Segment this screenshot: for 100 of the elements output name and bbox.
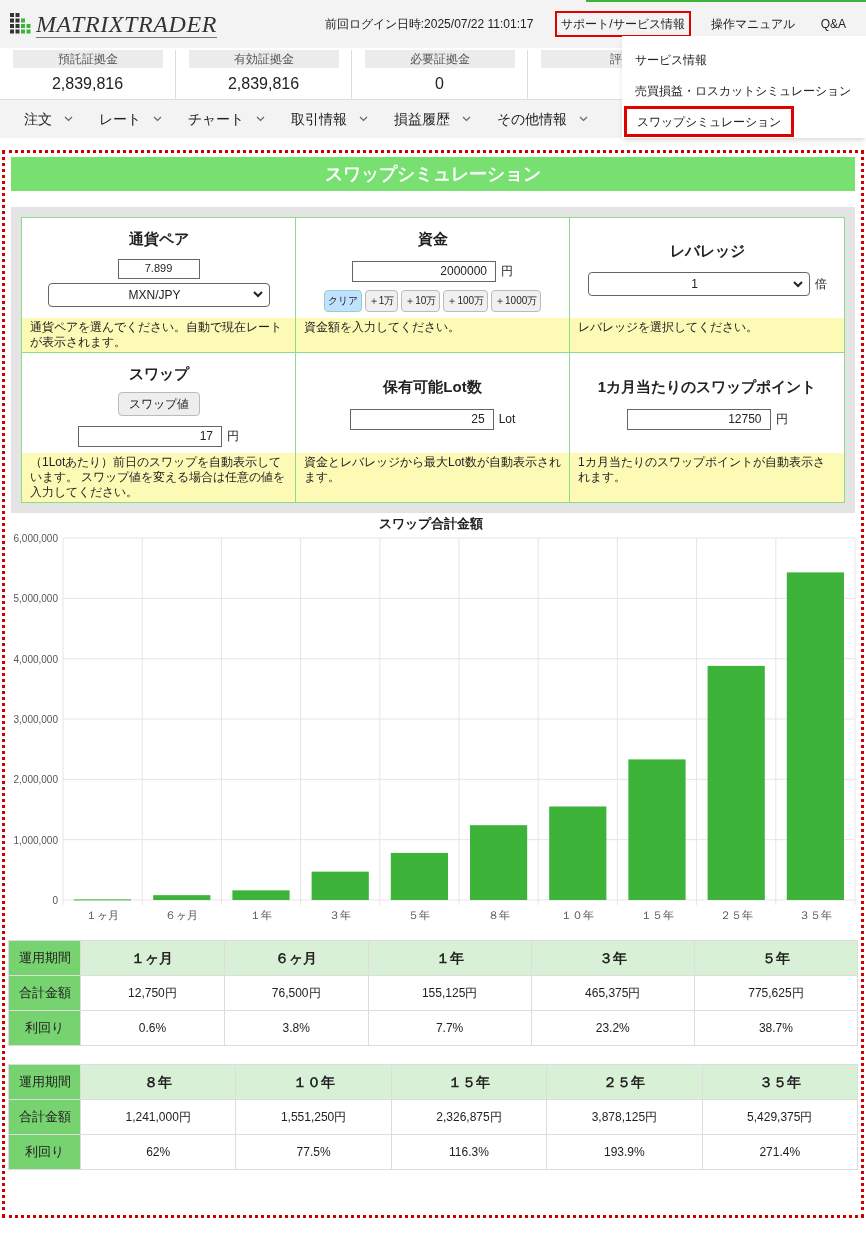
chart-bar — [390, 852, 448, 900]
chart-bar — [311, 871, 369, 900]
row-label: 利回り — [8, 1010, 81, 1046]
nav-menu-item[interactable]: 注文 — [24, 108, 73, 130]
chevron-down-icon — [153, 116, 162, 122]
last-login: 前回ログイン日時:2025/07/22 11:01:17 — [324, 16, 534, 33]
logo: MATRIXTRADER — [36, 10, 217, 38]
chevron-down-icon — [359, 116, 368, 122]
dot-grid-icon — [10, 13, 32, 35]
chevron-down-icon — [792, 280, 803, 288]
table-cell: 38.7% — [694, 1010, 858, 1046]
x-tick-label: ８年 — [487, 909, 510, 921]
y-tick-label: 6,000,000 — [13, 533, 58, 544]
input-field[interactable]: 12750 — [626, 408, 771, 430]
unit-label: 倍 — [814, 276, 827, 294]
table-cell: 12,750円 — [80, 975, 225, 1011]
hint-text: 1カ月当たりのスワップポイントが自動表示されます。 — [570, 453, 844, 502]
y-tick-label: 1,000,000 — [13, 834, 58, 846]
table-cell: 116.3% — [391, 1134, 547, 1170]
y-tick-label: 4,000,000 — [13, 653, 58, 665]
table-cell: １ヶ月 — [80, 940, 225, 976]
amount-button[interactable]: クリア — [323, 289, 362, 312]
unit-label: 円 — [501, 263, 513, 280]
chevron-down-icon — [256, 116, 265, 122]
table-cell: 23.2% — [531, 1010, 695, 1046]
y-tick-label: 0 — [52, 895, 58, 906]
table-cell: ５年 — [694, 940, 858, 976]
nav-menu-item[interactable]: 損益履歴 — [394, 108, 471, 130]
amount-button[interactable]: ＋1000万 — [491, 289, 542, 312]
chart-bar — [153, 895, 211, 900]
amount-button[interactable]: ＋100万 — [443, 289, 489, 312]
table-cell: １５年 — [391, 1064, 547, 1100]
amount-button[interactable]: ＋1万 — [364, 289, 399, 312]
table-cell: 0.6% — [80, 1010, 225, 1046]
hint-text: レバレッジを選択してください。 — [570, 318, 844, 352]
cell-title: スワップ — [128, 364, 189, 384]
x-tick-label: ６ヶ月 — [165, 909, 199, 921]
table-cell: 7.7% — [368, 1010, 532, 1046]
summary-label: 有効証拠金 — [188, 50, 339, 68]
row-label: 合計金額 — [8, 975, 81, 1011]
dropdown-item[interactable]: 売買損益・ロスカットシミュレーション — [622, 75, 864, 106]
x-tick-label: １ヶ月 — [86, 909, 120, 921]
row-label: 合計金額 — [8, 1099, 81, 1135]
header-link[interactable]: Q&A — [814, 11, 852, 37]
x-tick-label: ３年 — [329, 909, 352, 921]
page-title: スワップシミュレーション — [11, 157, 855, 191]
y-tick-label: 2,000,000 — [13, 774, 58, 786]
unit-label: Lot — [498, 411, 516, 429]
amount-button[interactable]: ＋10万 — [401, 289, 441, 312]
x-tick-label: ５年 — [408, 909, 431, 921]
table-cell: ３年 — [531, 940, 695, 976]
chevron-down-icon — [252, 291, 263, 298]
hint-text: 資金額を入力してください。 — [296, 318, 569, 352]
cell-title: 保有可能Lot数 — [383, 377, 482, 398]
row-label: 運用期間 — [8, 1064, 81, 1100]
table-cell: ６ヶ月 — [224, 940, 369, 976]
table-cell: 62% — [80, 1134, 236, 1170]
unit-label: 円 — [227, 428, 239, 445]
table-cell: 77.5% — [235, 1134, 392, 1170]
table-cell: 2,326,875円 — [391, 1099, 547, 1135]
cell-title: レバレッジ — [669, 240, 745, 261]
table-cell: ３５年 — [702, 1064, 858, 1100]
table-cell: ２５年 — [546, 1064, 703, 1100]
nav-menu-item[interactable]: レート — [99, 108, 162, 130]
input-field[interactable]: 25 — [349, 408, 494, 430]
table-cell: １年 — [368, 940, 532, 976]
table-cell: 271.4% — [702, 1134, 858, 1170]
nav-menu-item[interactable]: その他情報 — [497, 108, 588, 130]
unit-label: 円 — [775, 411, 788, 429]
swap-value-button[interactable]: スワップ値 — [117, 391, 200, 416]
row-label: 運用期間 — [8, 940, 81, 976]
input-field[interactable]: 17 — [78, 425, 222, 447]
cell-title: 資金 — [417, 229, 448, 249]
nav-menu-item[interactable]: 取引情報 — [291, 108, 368, 130]
select-field[interactable]: 1 — [587, 272, 810, 297]
hint-text: （1Lotあたり）前日のスワップを自動表示しています。 スワップ値を変える場合は任意の値を入力してください。 — [22, 453, 295, 502]
x-tick-label: １年 — [250, 909, 272, 921]
nav-menu-item[interactable]: チャート — [188, 108, 265, 130]
y-tick-label: 5,000,000 — [13, 593, 58, 605]
select-field[interactable]: MXN/JPY — [47, 282, 270, 307]
header-link[interactable]: 操作マニュアル — [704, 11, 801, 37]
dropdown-item[interactable]: スワップシミュレーション — [624, 106, 794, 137]
summary-label: 預託証拠金 — [12, 50, 163, 68]
table-cell: 1,241,000円 — [80, 1099, 236, 1135]
summary-value: 0 — [435, 74, 444, 94]
x-tick-label: ２５年 — [719, 909, 753, 921]
y-tick-label: 3,000,000 — [13, 714, 58, 725]
rate-field: 7.899 — [117, 258, 200, 279]
table-cell: 465,375円 — [531, 975, 695, 1011]
cell-title: 通貨ペア — [128, 229, 189, 249]
chart-title: スワップ合計金額 — [379, 516, 483, 531]
summary-value: 2,839,816 — [227, 74, 300, 94]
chart-bar — [232, 890, 290, 900]
input-field[interactable]: 2000000 — [352, 260, 496, 282]
table-cell: 155,125円 — [368, 975, 532, 1011]
hint-text: 通貨ペアを選んでください。自動で現在レートが表示されます。 — [22, 318, 295, 352]
table-cell: 3,878,125円 — [546, 1099, 703, 1135]
table-cell: 3.8% — [224, 1010, 369, 1046]
summary-value: 2,839,816 — [51, 74, 124, 94]
table-cell: 5,429,375円 — [702, 1099, 858, 1135]
